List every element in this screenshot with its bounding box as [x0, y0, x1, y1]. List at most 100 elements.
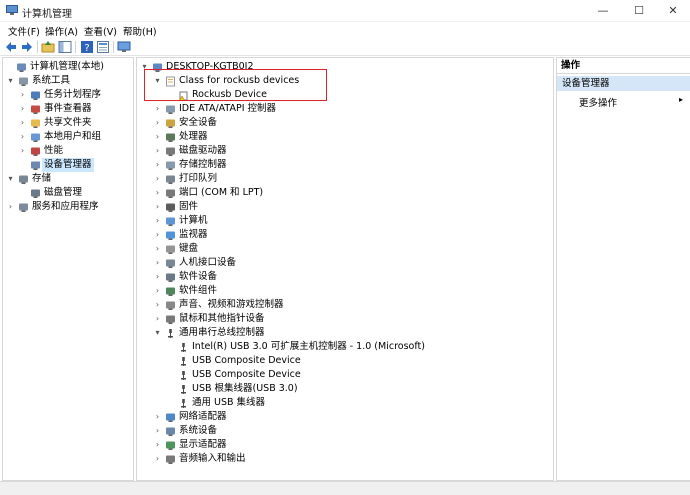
- chevron-down-icon[interactable]: ▾: [140, 60, 149, 74]
- device-tree-item-row[interactable]: › 固件: [153, 200, 550, 214]
- chevron-right-icon[interactable]: ›: [153, 256, 162, 270]
- device-tree-item-row[interactable]: › 键盘: [153, 242, 550, 256]
- close-button[interactable]: ✕: [656, 0, 690, 22]
- scan-hardware-icon[interactable]: [117, 40, 131, 54]
- chevron-right-icon[interactable]: ›: [153, 158, 162, 172]
- storage-controller-icon: [166, 161, 175, 170]
- chevron-right-icon[interactable]: ›: [153, 228, 162, 242]
- device-tree-item-row[interactable]: › 显示适配器: [153, 438, 550, 452]
- console-tree-item-row[interactable]: ▾ 存储: [6, 172, 134, 186]
- device-class-icon: [166, 76, 175, 87]
- menu-help[interactable]: 帮助(H): [123, 24, 157, 38]
- chevron-right-icon[interactable]: ›: [153, 144, 162, 158]
- menu-file[interactable]: 文件(F): [8, 24, 40, 38]
- device-tree-item-row[interactable]: USB 根集线器(USB 3.0): [166, 382, 550, 396]
- chevron-right-icon[interactable]: ›: [153, 410, 162, 424]
- console-tree-item-row[interactable]: › 本地用户和组: [18, 130, 134, 144]
- device-tree-item-row[interactable]: › 软件设备: [153, 270, 550, 284]
- device-tree-item-row[interactable]: › 网络适配器: [153, 410, 550, 424]
- console-tree-item-row[interactable]: › 共享文件夹: [18, 116, 134, 130]
- console-tree-item-row[interactable]: 设备管理器: [18, 158, 134, 172]
- console-tree-item-row[interactable]: › 任务计划程序: [18, 88, 134, 102]
- chevron-right-icon[interactable]: ›: [153, 130, 162, 144]
- device-tree-item-row[interactable]: USB Composite Device: [166, 368, 550, 382]
- device-tree-item-label: 系统设备: [179, 425, 218, 436]
- device-tree-item-row[interactable]: › 端口 (COM 和 LPT): [153, 186, 550, 200]
- device-tree-item-label: 存储控制器: [179, 159, 227, 170]
- more-actions-link[interactable]: 更多操作: [579, 95, 617, 109]
- forward-arrow-icon[interactable]: [20, 40, 34, 54]
- device-tree-item-row[interactable]: › 安全设备: [153, 116, 550, 130]
- device-tree-item-row[interactable]: › 软件组件: [153, 284, 550, 298]
- up-folder-icon[interactable]: [41, 40, 55, 54]
- chevron-right-icon[interactable]: ›: [18, 130, 27, 144]
- chevron-right-icon[interactable]: ›: [18, 88, 27, 102]
- device-tree-item-row[interactable]: Intel(R) USB 3.0 可扩展主机控制器 - 1.0 (Microso…: [166, 340, 550, 354]
- device-tree-item-row[interactable]: › 监视器: [153, 228, 550, 242]
- console-tree-item-row[interactable]: 磁盘管理: [18, 186, 134, 200]
- device-tree-item-row[interactable]: › 磁盘驱动器: [153, 144, 550, 158]
- chevron-right-icon[interactable]: ›: [18, 116, 27, 130]
- chevron-right-icon[interactable]: ›: [153, 312, 162, 326]
- chevron-right-icon[interactable]: ›: [18, 144, 27, 158]
- device-tree-item-row[interactable]: › 系统设备: [153, 424, 550, 438]
- device-tree-item-row[interactable]: ▾ 通用串行总线控制器: [153, 326, 550, 340]
- device-tree-item-row[interactable]: 通用 USB 集线器: [166, 396, 550, 410]
- chevron-right-icon[interactable]: ›: [153, 172, 162, 186]
- device-tree-item-label: USB Composite Device: [192, 355, 301, 366]
- console-tree-item-row[interactable]: › 性能: [18, 144, 134, 158]
- chevron-right-icon[interactable]: ›: [153, 102, 162, 116]
- console-tree-item-row[interactable]: › 服务和应用程序: [6, 200, 134, 214]
- console-tree-item-row[interactable]: › 事件查看器: [18, 102, 134, 116]
- hid-icon: [166, 259, 175, 268]
- device-tree-item-row[interactable]: ▾ Class for rockusb devices: [153, 74, 550, 88]
- warning-device-icon: [178, 91, 188, 101]
- device-tree-item-row[interactable]: › 鼠标和其他指针设备: [153, 312, 550, 326]
- show-hide-tree-icon[interactable]: [58, 40, 72, 54]
- device-tree-item-row[interactable]: › 计算机: [153, 214, 550, 228]
- chevron-right-icon[interactable]: ›: [153, 284, 162, 298]
- device-tree-item-row[interactable]: › 处理器: [153, 130, 550, 144]
- device-tree-item-row[interactable]: USB Composite Device: [166, 354, 550, 368]
- chevron-right-icon[interactable]: ›: [18, 102, 27, 116]
- device-tree-item-row[interactable]: Rockusb Device: [166, 88, 550, 102]
- back-arrow-icon[interactable]: [4, 40, 18, 54]
- chevron-right-icon[interactable]: ›: [153, 242, 162, 256]
- chevron-right-icon[interactable]: ›: [153, 214, 162, 228]
- help-icon[interactable]: ?: [80, 40, 94, 54]
- chevron-right-icon[interactable]: ›: [153, 452, 162, 466]
- minimize-button[interactable]: —: [586, 0, 620, 22]
- chevron-right-icon[interactable]: ›: [153, 186, 162, 200]
- chevron-down-icon[interactable]: ▾: [153, 74, 162, 88]
- chevron-right-icon[interactable]: ›: [153, 116, 162, 130]
- console-tree-item-row[interactable]: ▾ 系统工具: [6, 74, 134, 88]
- device-tree-item-row[interactable]: › 存储控制器: [153, 158, 550, 172]
- chevron-right-icon[interactable]: ›: [153, 298, 162, 312]
- menu-view[interactable]: 查看(V): [84, 24, 117, 38]
- port-icon: [166, 189, 175, 198]
- actions-section-device-manager[interactable]: 设备管理器: [557, 76, 690, 91]
- console-tree-item-row[interactable]: 计算机管理(本地): [4, 60, 134, 74]
- chevron-down-icon[interactable]: ▾: [6, 172, 15, 186]
- device-tree-item-row[interactable]: ▾ DESKTOP-KGTB0I2: [140, 60, 550, 74]
- console-tree-item-label: 共享文件夹: [44, 117, 92, 128]
- chevron-right-icon[interactable]: ›: [6, 200, 15, 214]
- chevron-right-icon[interactable]: ›: [153, 424, 162, 438]
- chevron-right-icon[interactable]: ›: [153, 200, 162, 214]
- device-tree-item-label: DESKTOP-KGTB0I2: [166, 61, 254, 72]
- device-tree-item-row[interactable]: › 音频输入和输出: [153, 452, 550, 466]
- chevron-right-icon[interactable]: ›: [153, 438, 162, 452]
- device-tree-item-row[interactable]: › 打印队列: [153, 172, 550, 186]
- chevron-down-icon[interactable]: ▾: [153, 326, 162, 340]
- properties-icon[interactable]: [96, 40, 110, 54]
- device-tree-item-row[interactable]: › 人机接口设备: [153, 256, 550, 270]
- chevron-right-icon[interactable]: ›: [153, 270, 162, 284]
- chevron-down-icon[interactable]: ▾: [6, 74, 15, 88]
- maximize-button[interactable]: ☐: [622, 0, 656, 22]
- device-tree-item-row[interactable]: › IDE ATA/ATAPI 控制器: [153, 102, 550, 116]
- device-tree-item-row[interactable]: › 声音、视频和游戏控制器: [153, 298, 550, 312]
- menu-action[interactable]: 操作(A): [45, 24, 78, 38]
